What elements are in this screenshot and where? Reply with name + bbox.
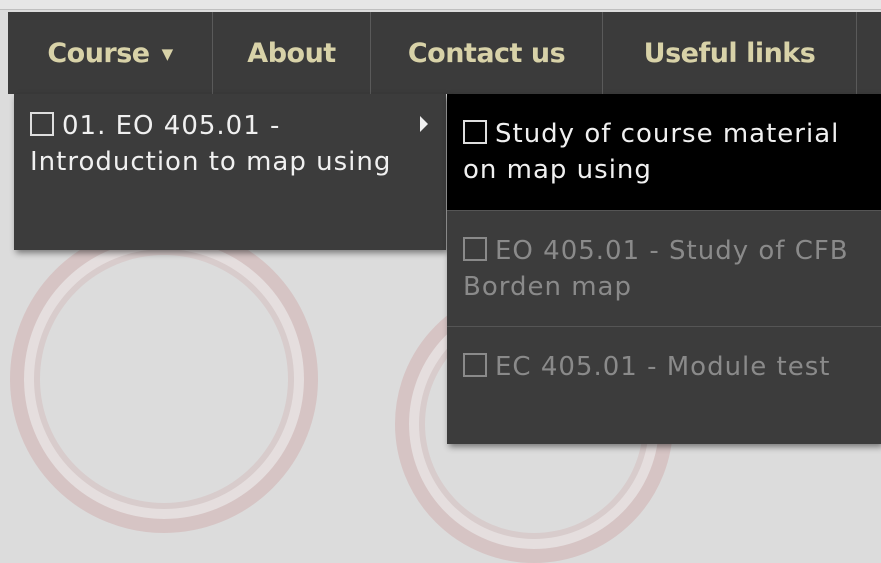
submenu-item-label: EC 405.01 - Module test bbox=[495, 352, 831, 382]
nav-course-label: Course bbox=[47, 37, 150, 69]
nav-useful-links-label: Useful links bbox=[643, 37, 816, 69]
submenu-item-text: Study of course material on map using bbox=[463, 116, 868, 188]
submenu-item-study-course-material[interactable]: Study of course material on map using bbox=[447, 94, 881, 210]
submenu-item-module-test[interactable]: EC 405.01 - Module test bbox=[447, 326, 881, 444]
background-emblem bbox=[10, 225, 318, 533]
nav-course-menu[interactable]: Course ▼ bbox=[8, 12, 213, 94]
chevron-right-icon bbox=[420, 116, 428, 132]
top-navigation-bar: Course ▼ About Contact us Useful links bbox=[8, 12, 881, 94]
submenu-item-label: Study of course material on map using bbox=[463, 119, 840, 185]
menu-item-label: 01. EO 405.01 - Introduction to map usin… bbox=[30, 111, 392, 177]
submenu-item-text: EC 405.01 - Module test bbox=[463, 349, 868, 385]
nav-about-link[interactable]: About bbox=[213, 12, 371, 94]
checkbox-icon[interactable] bbox=[463, 237, 487, 261]
nav-useful-links[interactable]: Useful links bbox=[603, 12, 857, 94]
nav-contact-link[interactable]: Contact us bbox=[371, 12, 603, 94]
menu-item-eo-405-01[interactable]: 01. EO 405.01 - Introduction to map usin… bbox=[30, 108, 410, 180]
course-dropdown-menu: 01. EO 405.01 - Introduction to map usin… bbox=[14, 94, 446, 250]
submenu-item-text: EO 405.01 - Study of CFB Borden map bbox=[463, 233, 868, 305]
checkbox-icon[interactable] bbox=[463, 120, 487, 144]
submenu-item-study-cfb-borden-map[interactable]: EO 405.01 - Study of CFB Borden map bbox=[447, 210, 881, 326]
submenu-item-label: EO 405.01 - Study of CFB Borden map bbox=[463, 236, 849, 302]
nav-about-label: About bbox=[247, 37, 336, 69]
checkbox-icon[interactable] bbox=[30, 112, 54, 136]
nav-contact-label: Contact us bbox=[407, 37, 566, 69]
course-submenu: Study of course material on map using EO… bbox=[447, 94, 881, 444]
chevron-down-icon: ▼ bbox=[161, 45, 174, 63]
checkbox-icon[interactable] bbox=[463, 353, 487, 377]
window-top-border bbox=[0, 0, 881, 10]
